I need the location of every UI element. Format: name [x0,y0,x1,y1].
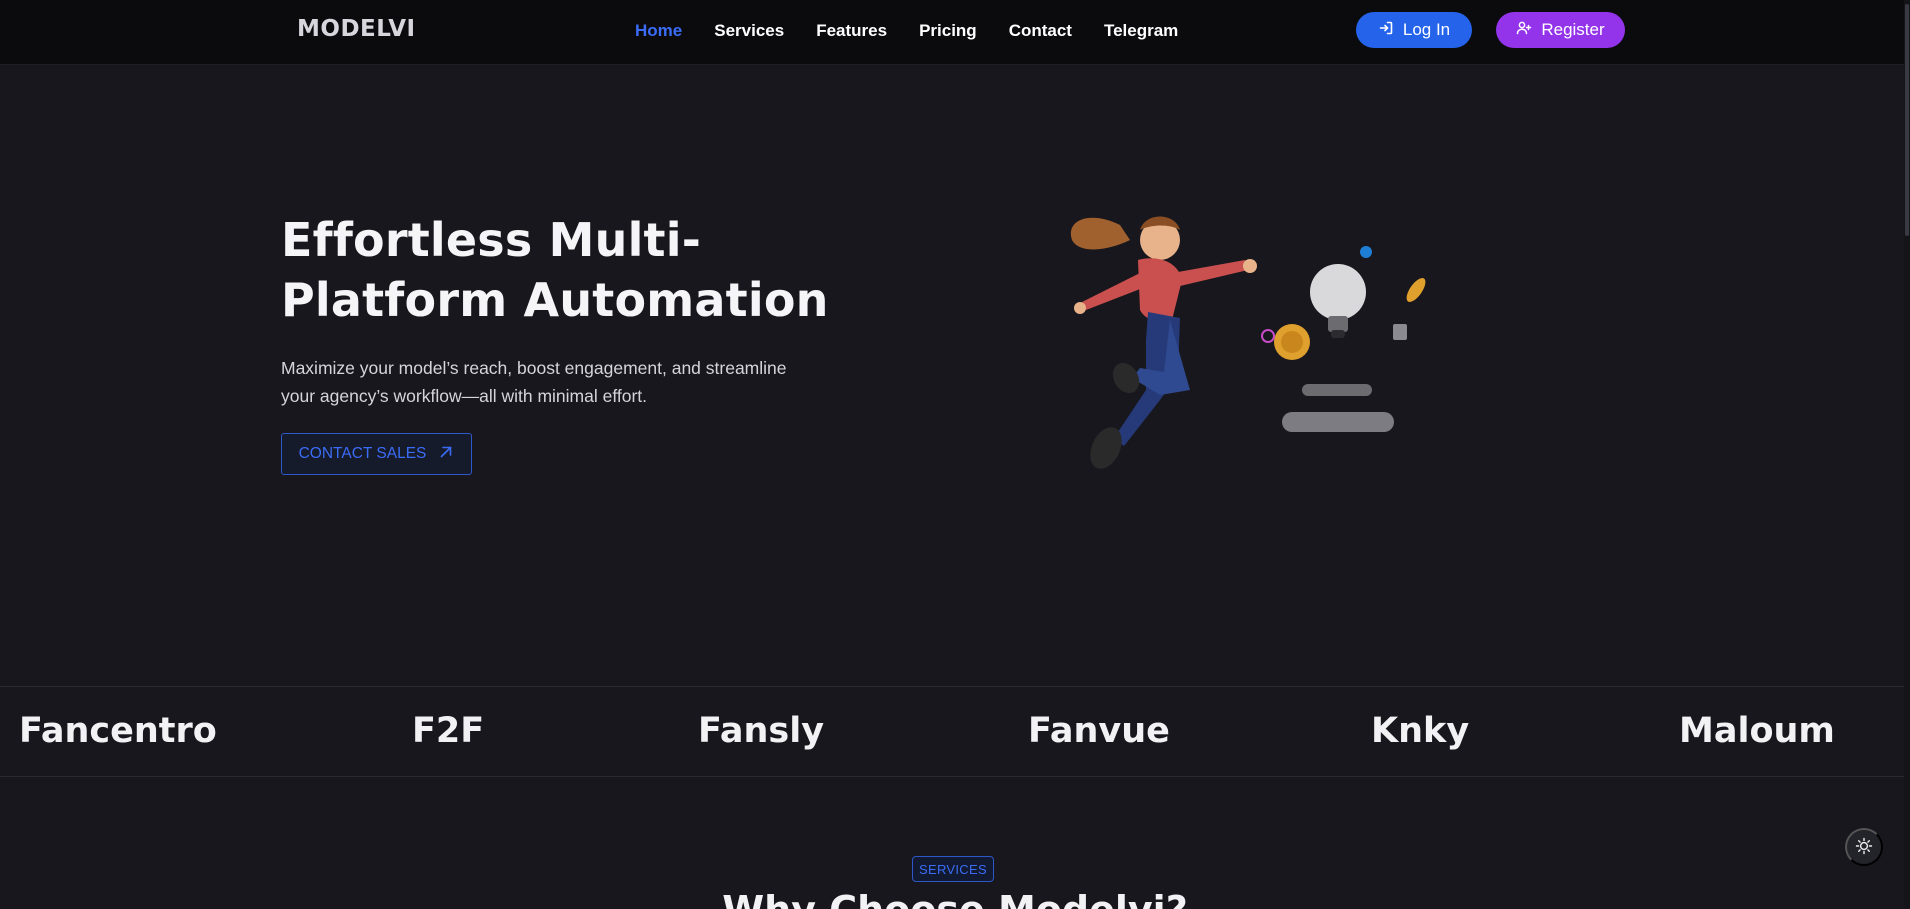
login-button[interactable]: Log In [1356,12,1472,48]
platform-fansly: Fansly [698,711,825,751]
services-badge: SERVICES [912,856,994,882]
top-navbar: MODELVI Home Services Features Pricing C… [0,0,1910,65]
arrow-up-right-icon [438,444,454,465]
contact-sales-button[interactable]: CONTACT SALES [281,433,472,475]
main-nav: Home Services Features Pricing Contact T… [635,20,1178,42]
hero-illustration [1070,216,1426,469]
login-arrow-icon [1378,20,1394,41]
nav-features[interactable]: Features [816,21,887,41]
nav-telegram[interactable]: Telegram [1104,21,1178,41]
contact-sales-label: CONTACT SALES [298,445,427,462]
scrollbar-thumb[interactable] [1905,4,1909,236]
nav-home[interactable]: Home [635,21,682,41]
brand-logo[interactable]: MODELVI [297,16,416,42]
login-label: Log In [1402,20,1451,39]
platform-strip: Fancentro F2F Fansly Fanvue Knky Maloum [0,686,1910,777]
user-plus-icon [1516,20,1532,41]
register-label: Register [1541,20,1605,39]
sun-icon [1855,837,1873,858]
platform-fanvue: Fanvue [1028,711,1170,751]
hero-subtitle: Maximize your model’s reach, boost engag… [281,358,787,406]
platform-knky: Knky [1371,711,1470,751]
theme-toggle-button[interactable] [1845,828,1883,866]
platform-fancentro: Fancentro [19,711,217,751]
platform-maloum: Maloum [1679,711,1835,751]
nav-contact[interactable]: Contact [1009,21,1072,41]
platform-f2f: F2F [412,711,485,751]
hero-title: Effortless Multi-Platform Automation [281,213,829,327]
register-button[interactable]: Register [1496,12,1625,48]
nav-pricing[interactable]: Pricing [919,21,977,41]
nav-services[interactable]: Services [714,21,784,41]
services-title: Why Choose Modelvi? [0,888,1910,909]
